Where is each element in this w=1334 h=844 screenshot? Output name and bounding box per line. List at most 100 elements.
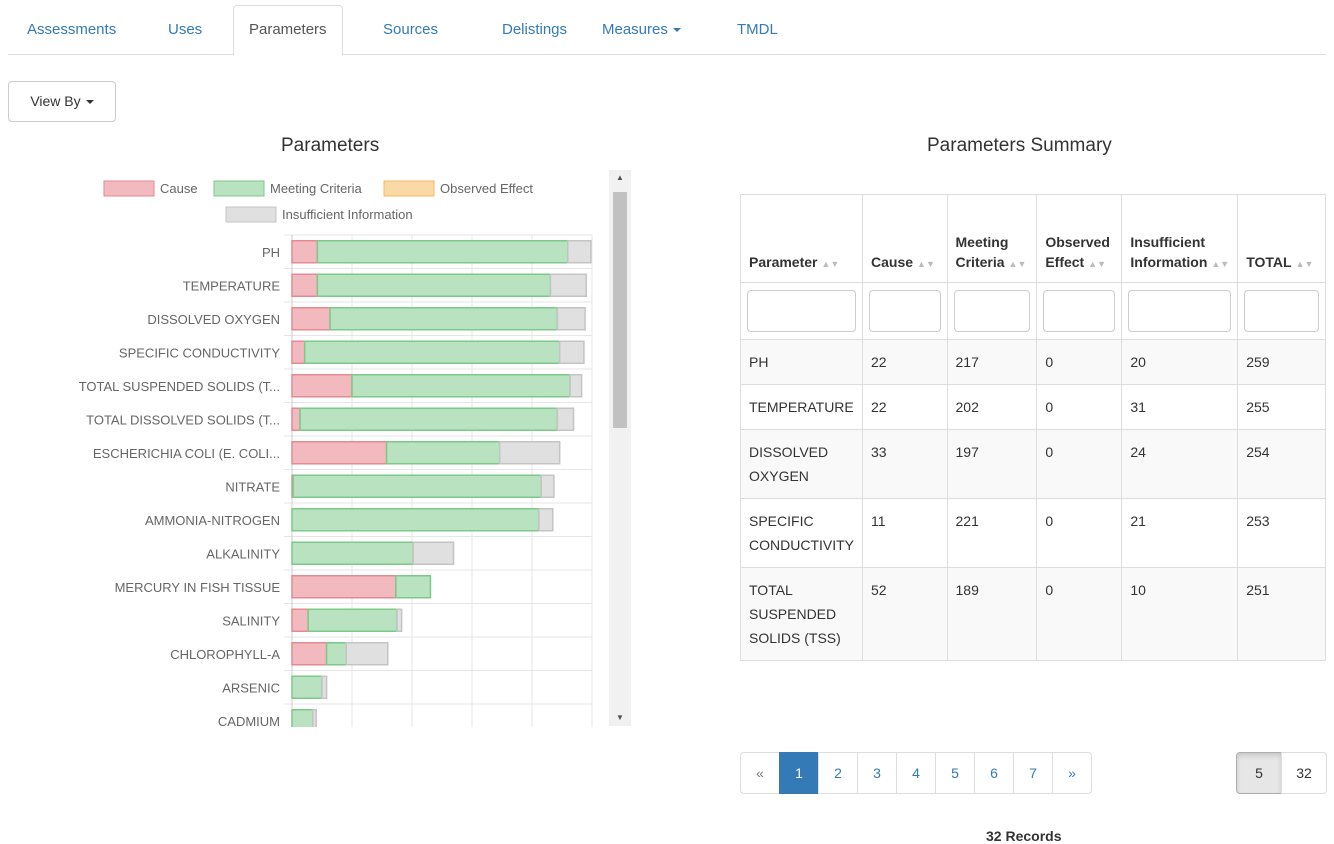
column-header-meeting-criteria[interactable]: Meeting Criteria ▲▼ bbox=[946, 194, 1038, 283]
category-label: ALKALINITY bbox=[206, 546, 280, 561]
cell-total: 251 bbox=[1237, 567, 1326, 661]
bar-segment bbox=[498, 441, 561, 465]
cell-insufficient-information: 31 bbox=[1121, 384, 1239, 430]
page-button-4[interactable]: 4 bbox=[896, 752, 936, 794]
legend-label: Meeting Criteria bbox=[270, 181, 363, 196]
page-next-button[interactable]: » bbox=[1052, 752, 1092, 794]
tab-bar: Assessments Uses Parameters Sources Deli… bbox=[8, 5, 1326, 56]
bar-segment bbox=[292, 474, 542, 498]
cell-total: 255 bbox=[1237, 384, 1326, 430]
bar-segment bbox=[351, 374, 571, 398]
cell-meeting-criteria: 197 bbox=[946, 429, 1038, 499]
tab-assessments[interactable]: Assessments bbox=[12, 5, 131, 55]
sort-icon: ▲▼ bbox=[917, 259, 935, 269]
page-button-7[interactable]: 7 bbox=[1013, 752, 1053, 794]
category-label: SPECIFIC CONDUCTIVITY bbox=[119, 345, 280, 360]
page-button-3[interactable]: 3 bbox=[857, 752, 897, 794]
filter-cell bbox=[1237, 282, 1326, 340]
bar-segment bbox=[549, 273, 587, 297]
cell-insufficient-information: 10 bbox=[1121, 567, 1239, 661]
bar-segment bbox=[385, 441, 501, 465]
bar-segment bbox=[412, 541, 455, 565]
records-count: 32 Records bbox=[986, 828, 1062, 844]
tab-uses[interactable]: Uses bbox=[153, 5, 217, 55]
cell-observed-effect: 0 bbox=[1036, 567, 1123, 661]
scroll-up-icon[interactable]: ▲ bbox=[609, 170, 631, 186]
page-size-32-button[interactable]: 32 bbox=[1281, 752, 1327, 794]
filter-parameter-input[interactable] bbox=[747, 290, 856, 332]
caret-down-icon bbox=[672, 28, 681, 33]
column-header-observed-effect[interactable]: Observed Effect ▲▼ bbox=[1036, 194, 1123, 283]
scroll-down-icon[interactable]: ▼ bbox=[609, 710, 631, 726]
cell-meeting-criteria: 189 bbox=[946, 567, 1038, 661]
bar-segment bbox=[329, 307, 559, 331]
column-header-cause[interactable]: Cause ▲▼ bbox=[862, 194, 948, 283]
view-by-label: View By bbox=[30, 93, 81, 109]
tab-tmdl[interactable]: TMDL bbox=[722, 5, 793, 55]
filter-insufficient-information-input[interactable] bbox=[1128, 290, 1232, 332]
cell-parameter: TEMPERATURE bbox=[740, 384, 863, 430]
filter-cause-input[interactable] bbox=[869, 290, 941, 332]
bar-segment bbox=[291, 675, 323, 699]
chart-title: Parameters bbox=[281, 135, 380, 156]
category-label: TOTAL SUSPENDED SOLIDS (T... bbox=[79, 379, 280, 394]
tab-parameters[interactable]: Parameters bbox=[233, 5, 343, 56]
bar-segment bbox=[556, 307, 586, 331]
sort-icon: ▲▼ bbox=[1211, 259, 1230, 269]
page-button-2[interactable]: 2 bbox=[818, 752, 858, 794]
bar-segment bbox=[316, 240, 569, 264]
filter-observed-effect-input[interactable] bbox=[1043, 290, 1116, 332]
bar-segment bbox=[291, 240, 319, 264]
category-label: DISSOLVED OXYGEN bbox=[147, 312, 280, 327]
table-row: TEMPERATURE 22 202 0 31 255 bbox=[740, 384, 1326, 430]
filter-cell bbox=[1036, 282, 1123, 340]
page-button-1[interactable]: 1 bbox=[779, 752, 819, 794]
bar-segment bbox=[316, 273, 552, 297]
legend-label: Observed Effect bbox=[440, 181, 533, 196]
page-size-5-button[interactable]: 5 bbox=[1236, 752, 1282, 794]
tab-sources[interactable]: Sources bbox=[368, 5, 453, 55]
bar-segment bbox=[567, 240, 592, 264]
bar-segment bbox=[291, 575, 397, 599]
filter-cell bbox=[740, 282, 863, 340]
filter-meeting-criteria-input[interactable] bbox=[953, 290, 1031, 332]
parameters-summary-table: Parameter ▲▼ Cause ▲▼ Meeting Criteria ▲▼ O… bbox=[740, 194, 1326, 661]
view-by-button[interactable]: View By bbox=[8, 81, 116, 122]
tab-measures[interactable]: Measures bbox=[587, 5, 696, 55]
header-label: Meeting Criteria bbox=[955, 234, 1009, 270]
column-header-parameter[interactable]: Parameter ▲▼ bbox=[740, 194, 863, 283]
sort-icon: ▲▼ bbox=[1295, 259, 1314, 269]
bar-segment bbox=[321, 675, 328, 699]
tab-delistings[interactable]: Delistings bbox=[487, 5, 582, 55]
bar-segment bbox=[312, 709, 317, 727]
caret-down-icon bbox=[85, 100, 94, 105]
category-label: CHLOROPHYLL-A bbox=[170, 647, 280, 662]
legend-swatch bbox=[383, 180, 435, 197]
cell-cause: 22 bbox=[862, 384, 948, 430]
bar-segment bbox=[395, 575, 432, 599]
scrollbar-thumb[interactable] bbox=[613, 192, 627, 428]
column-header-insufficient-information[interactable]: Insufficient Information ▲▼ bbox=[1121, 194, 1239, 283]
filter-total-input[interactable] bbox=[1244, 290, 1319, 332]
table-row: TOTAL SUSPENDED SOLIDS (TSS) 52 189 0 10… bbox=[740, 567, 1326, 661]
cell-observed-effect: 0 bbox=[1036, 384, 1123, 430]
cell-total: 259 bbox=[1237, 339, 1326, 385]
chart-scrollbar[interactable]: ▲ ▼ bbox=[609, 170, 631, 726]
category-label: TEMPERATURE bbox=[183, 278, 281, 293]
sort-icon: ▲▼ bbox=[1008, 259, 1027, 269]
bar-segment bbox=[303, 340, 561, 364]
page-prev-button[interactable]: « bbox=[740, 752, 780, 794]
filter-cell bbox=[862, 282, 948, 340]
category-label: AMMONIA-NITROGEN bbox=[145, 513, 280, 528]
bar-segment bbox=[345, 642, 389, 666]
bar-segment bbox=[291, 307, 331, 331]
page-button-6[interactable]: 6 bbox=[974, 752, 1014, 794]
cell-meeting-criteria: 221 bbox=[946, 498, 1038, 568]
bar-segment bbox=[558, 340, 585, 364]
category-label: NITRATE bbox=[225, 479, 280, 494]
column-header-total[interactable]: TOTAL ▲▼ bbox=[1237, 194, 1326, 283]
legend-label: Insufficient Information bbox=[282, 207, 413, 222]
filter-cell bbox=[946, 282, 1038, 340]
cell-cause: 33 bbox=[862, 429, 948, 499]
page-button-5[interactable]: 5 bbox=[935, 752, 975, 794]
